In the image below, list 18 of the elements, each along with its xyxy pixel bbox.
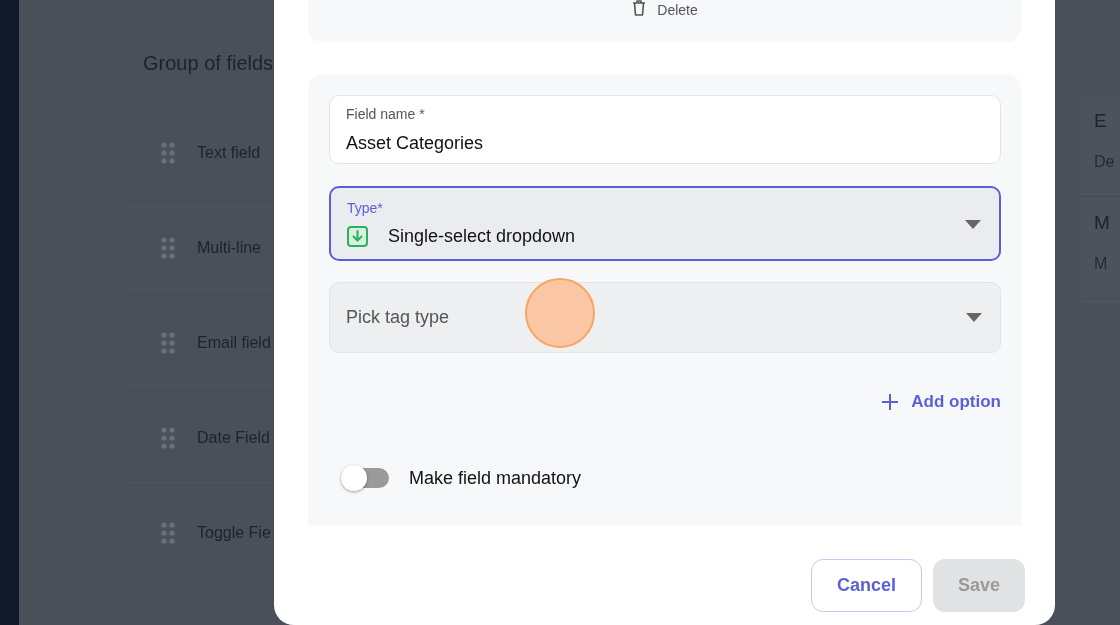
dropdown-type-icon bbox=[347, 226, 368, 247]
caret-icon bbox=[966, 313, 982, 322]
type-select[interactable]: Type* Single-select dropdown bbox=[329, 186, 1001, 261]
cancel-button[interactable]: Cancel bbox=[810, 558, 922, 612]
tag-type-select[interactable]: Pick tag type bbox=[329, 282, 1001, 353]
caret-icon bbox=[965, 219, 981, 229]
trash-icon bbox=[631, 0, 648, 16]
drag-handle-icon[interactable] bbox=[161, 332, 175, 354]
drag-handle-icon[interactable] bbox=[161, 142, 175, 164]
toggle-switch[interactable] bbox=[341, 468, 389, 488]
field-name-input[interactable]: Field name * Asset Categories bbox=[329, 95, 1001, 164]
plus-icon bbox=[881, 392, 900, 411]
drag-handle-icon[interactable] bbox=[161, 427, 175, 449]
drag-handle-icon[interactable] bbox=[161, 522, 175, 544]
drag-handle-icon[interactable] bbox=[161, 237, 175, 259]
add-option-button[interactable]: Add option bbox=[881, 389, 1001, 415]
toggle-label: Make field mandatory bbox=[409, 466, 582, 490]
delete-link[interactable]: Delete bbox=[657, 0, 698, 21]
